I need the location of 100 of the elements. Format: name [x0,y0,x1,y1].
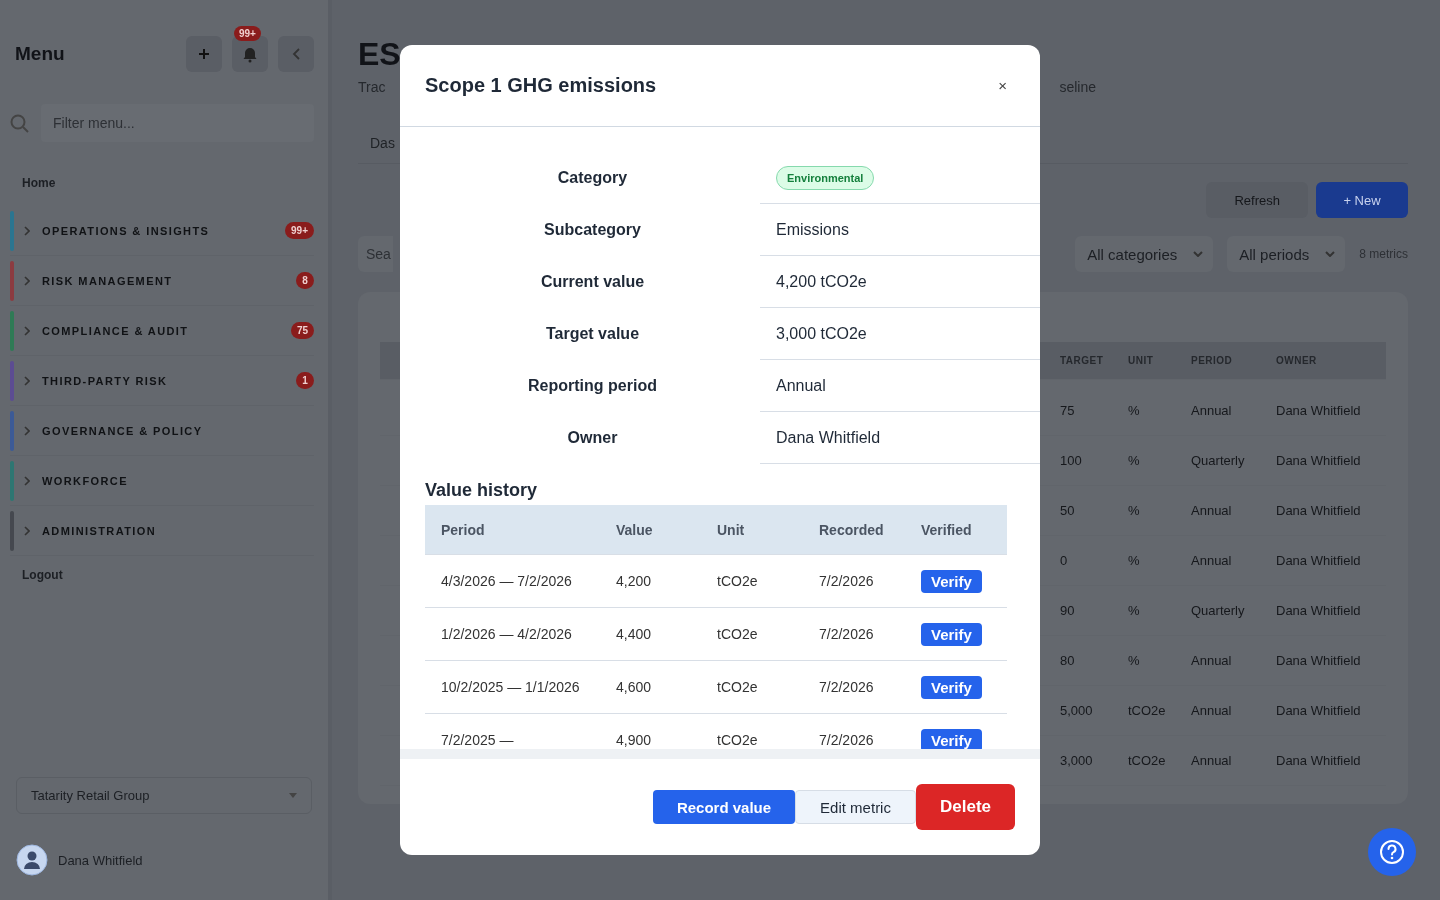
logout-link[interactable]: Logout [22,568,314,582]
verify-button[interactable]: Verify [921,569,982,593]
caret-icon [1325,251,1336,257]
filter-select[interactable]: All periods [1227,236,1346,272]
table-cell-text: % [1128,403,1141,418]
table-cell-text: Annual [1191,503,1233,518]
table-cell-text: Dana Whitfield [1276,703,1362,718]
new-button[interactable]: + New [1316,182,1408,218]
section-label: ADMINISTRATION [42,524,158,537]
table-cell-text: Quarterly [1191,453,1246,468]
table-cell-text: tCO2e [717,679,759,695]
filter-select[interactable]: All categories [1075,236,1214,272]
table-cell-text: tCO2e [1128,753,1167,768]
column-header: Value [616,521,654,538]
table-cell-text: Dana Whitfield [1276,653,1362,668]
table-cell-text: 75 [1060,403,1076,418]
section-label: GOVERNANCE & POLICY [42,424,204,437]
detail-value: 4,200 tCO2e [776,272,867,291]
secondary-button[interactable]: Edit metric [795,790,916,824]
refresh-button[interactable]: Refresh [1206,182,1308,218]
column-header: Verified [921,521,973,538]
menu-section[interactable]: OPERATIONS & INSIGHTS 99+ [10,206,314,256]
avatar-icon [16,844,48,876]
table-cell-text: 4,600 [616,679,653,695]
search-field[interactable]: Sea [358,236,393,272]
table-cell-text: 4,400 [616,626,653,642]
section-label: WORKFORCE [42,474,129,487]
column-header: OWNER [1276,355,1318,366]
table-cell-text: tCO2e [717,626,759,642]
caret-icon [1193,251,1204,257]
table-cell-text: 10/2/2025 — 1/1/2026 [441,679,581,695]
table-cell-text: 90 [1060,603,1076,618]
page-title: ES [358,36,402,73]
verify-button[interactable]: Verify [921,675,982,699]
table-cell-text: 7/2/2026 [819,732,875,748]
table-cell-text: 0 [1060,553,1069,568]
table-cell-text: % [1128,453,1141,468]
table-cell-text: 7/2/2026 [819,626,875,642]
caret-icon [289,793,297,798]
chevron-right-icon [24,325,30,336]
notifications-button[interactable] [232,36,268,72]
menu-section[interactable]: GOVERNANCE & POLICY [10,406,314,456]
collapse-button[interactable] [278,36,314,72]
column-header: Unit [717,521,746,538]
menu-section[interactable]: RISK MANAGEMENT 8 [10,256,314,306]
select-value: All categories [1087,245,1178,263]
section-label: RISK MANAGEMENT [42,274,174,287]
organization-select[interactable]: Tatarity Retail Group [16,777,312,814]
detail-label: Subcategory [543,220,642,240]
table-cell-text: 7/2/2025 — [441,732,515,748]
detail-label: Current value [539,272,646,292]
menu-section[interactable]: ADMINISTRATION [10,506,314,556]
detail-value: Annual [776,376,826,395]
menu-section[interactable]: COMPLIANCE & AUDIT 75 [10,306,314,356]
table-cell-text: Annual [1191,703,1233,718]
home-link[interactable]: Home [22,176,314,190]
filter-field[interactable]: Filter menu... [41,104,314,142]
column-header: PERIOD [1191,355,1234,366]
table-cell-text: Dana Whitfield [1276,503,1362,518]
section-label: OPERATIONS & INSIGHTS [42,224,211,237]
table-cell-text: 5,000 [1060,703,1094,718]
close-button[interactable]: × [993,75,1012,96]
detail-value: Dana Whitfield [776,428,881,447]
table-cell-text: 4,200 [616,573,653,589]
primary-button[interactable]: Record value [652,790,796,824]
table-cell-text: Dana Whitfield [1276,553,1362,568]
table-cell-text: Quarterly [1191,603,1246,618]
verify-button[interactable]: Verify [921,622,982,646]
table-cell-text: Dana Whitfield [1276,403,1362,418]
table-cell-text: 1/2/2026 — 4/2/2026 [441,626,573,642]
table-cell-text: 7/2/2026 [819,573,875,589]
chevron-left-icon [291,48,301,60]
menu-title: Menu [15,43,65,65]
count-badge: 75 [290,322,314,339]
chevron-right-icon [24,375,30,386]
delete-button[interactable]: Delete [915,784,1015,830]
column-header: Period [441,521,486,538]
chevron-right-icon [24,525,30,536]
table-cell-text: tCO2e [717,573,759,589]
detail-label: Target value [544,324,641,344]
chevron-right-icon [24,275,30,286]
table-cell-text: 4/3/2026 — 7/2/2026 [441,573,573,589]
table-cell-text: 80 [1060,653,1076,668]
dialog-title: Scope 1 GHG emissions [425,74,657,97]
table-cell-text: % [1128,653,1141,668]
select-value: All periods [1239,245,1310,263]
table-cell-text: Dana Whitfield [1276,753,1362,768]
section-heading: Value history [425,480,539,501]
table-cell-text: Dana Whitfield [1276,603,1362,618]
table-cell-text: Annual [1191,403,1233,418]
menu-section[interactable]: WORKFORCE [10,456,314,506]
detail-value: 3,000 tCO2e [776,324,867,343]
table-cell-text: 3,000 [1060,753,1094,768]
bell-icon [242,45,258,63]
add-button[interactable] [186,36,222,72]
tab[interactable]: Das [370,135,395,151]
verify-button[interactable]: Verify [921,728,982,749]
table-cell-text: Annual [1191,753,1233,768]
menu-section[interactable]: THIRD-PARTY RISK 1 [10,356,314,406]
chevron-right-icon [24,425,30,436]
